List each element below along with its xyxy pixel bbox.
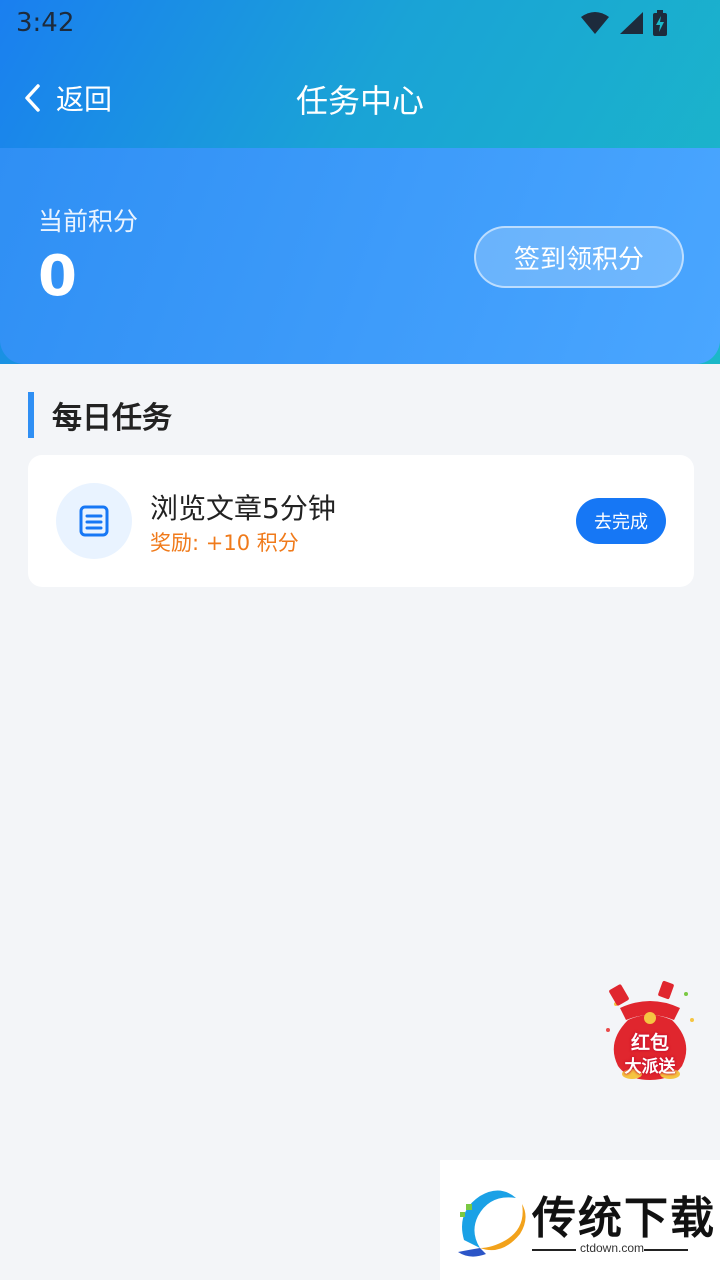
signin-button[interactable]: 签到领积分 — [474, 226, 684, 288]
status-icons — [580, 10, 668, 36]
wifi-icon — [581, 12, 609, 34]
signal-icon — [620, 12, 643, 34]
watermark-line-left — [532, 1249, 576, 1251]
task-icon-wrap — [56, 483, 132, 559]
watermark-logo-icon — [458, 1190, 526, 1257]
complete-task-button[interactable]: 去完成 — [576, 498, 666, 544]
watermark-url: ctdown.com — [580, 1241, 645, 1255]
task-reward: 奖励: +10 积分 — [150, 531, 299, 555]
navbar: 返回 任务中心 — [0, 60, 720, 136]
watermark-name: 传统下载 — [532, 1193, 716, 1244]
section-accent-bar — [28, 392, 34, 438]
section-title: 每日任务 — [52, 401, 172, 436]
redpacket-line2: 大派送 — [624, 1057, 676, 1077]
task-title: 浏览文章5分钟 — [150, 492, 336, 525]
status-time: 3:42 — [16, 8, 75, 38]
redpacket-promo-button[interactable]: 红包 大派送 — [602, 980, 698, 1084]
task-card: 浏览文章5分钟 奖励: +10 积分 去完成 — [28, 455, 694, 587]
watermark: 传统下载 ctdown.com — [440, 1160, 720, 1280]
points-value: 0 — [38, 244, 77, 309]
battery-icon — [653, 10, 667, 36]
article-icon — [79, 505, 109, 537]
redpacket-line1: 红包 — [630, 1032, 669, 1054]
points-card: 当前积分 0 签到领积分 — [0, 148, 720, 364]
page-title: 任务中心 — [295, 82, 424, 120]
status-bar: 3:42 — [0, 0, 720, 50]
daily-tasks-header: 每日任务 — [28, 392, 172, 438]
points-label: 当前积分 — [38, 207, 139, 236]
watermark-line-right — [644, 1249, 688, 1251]
